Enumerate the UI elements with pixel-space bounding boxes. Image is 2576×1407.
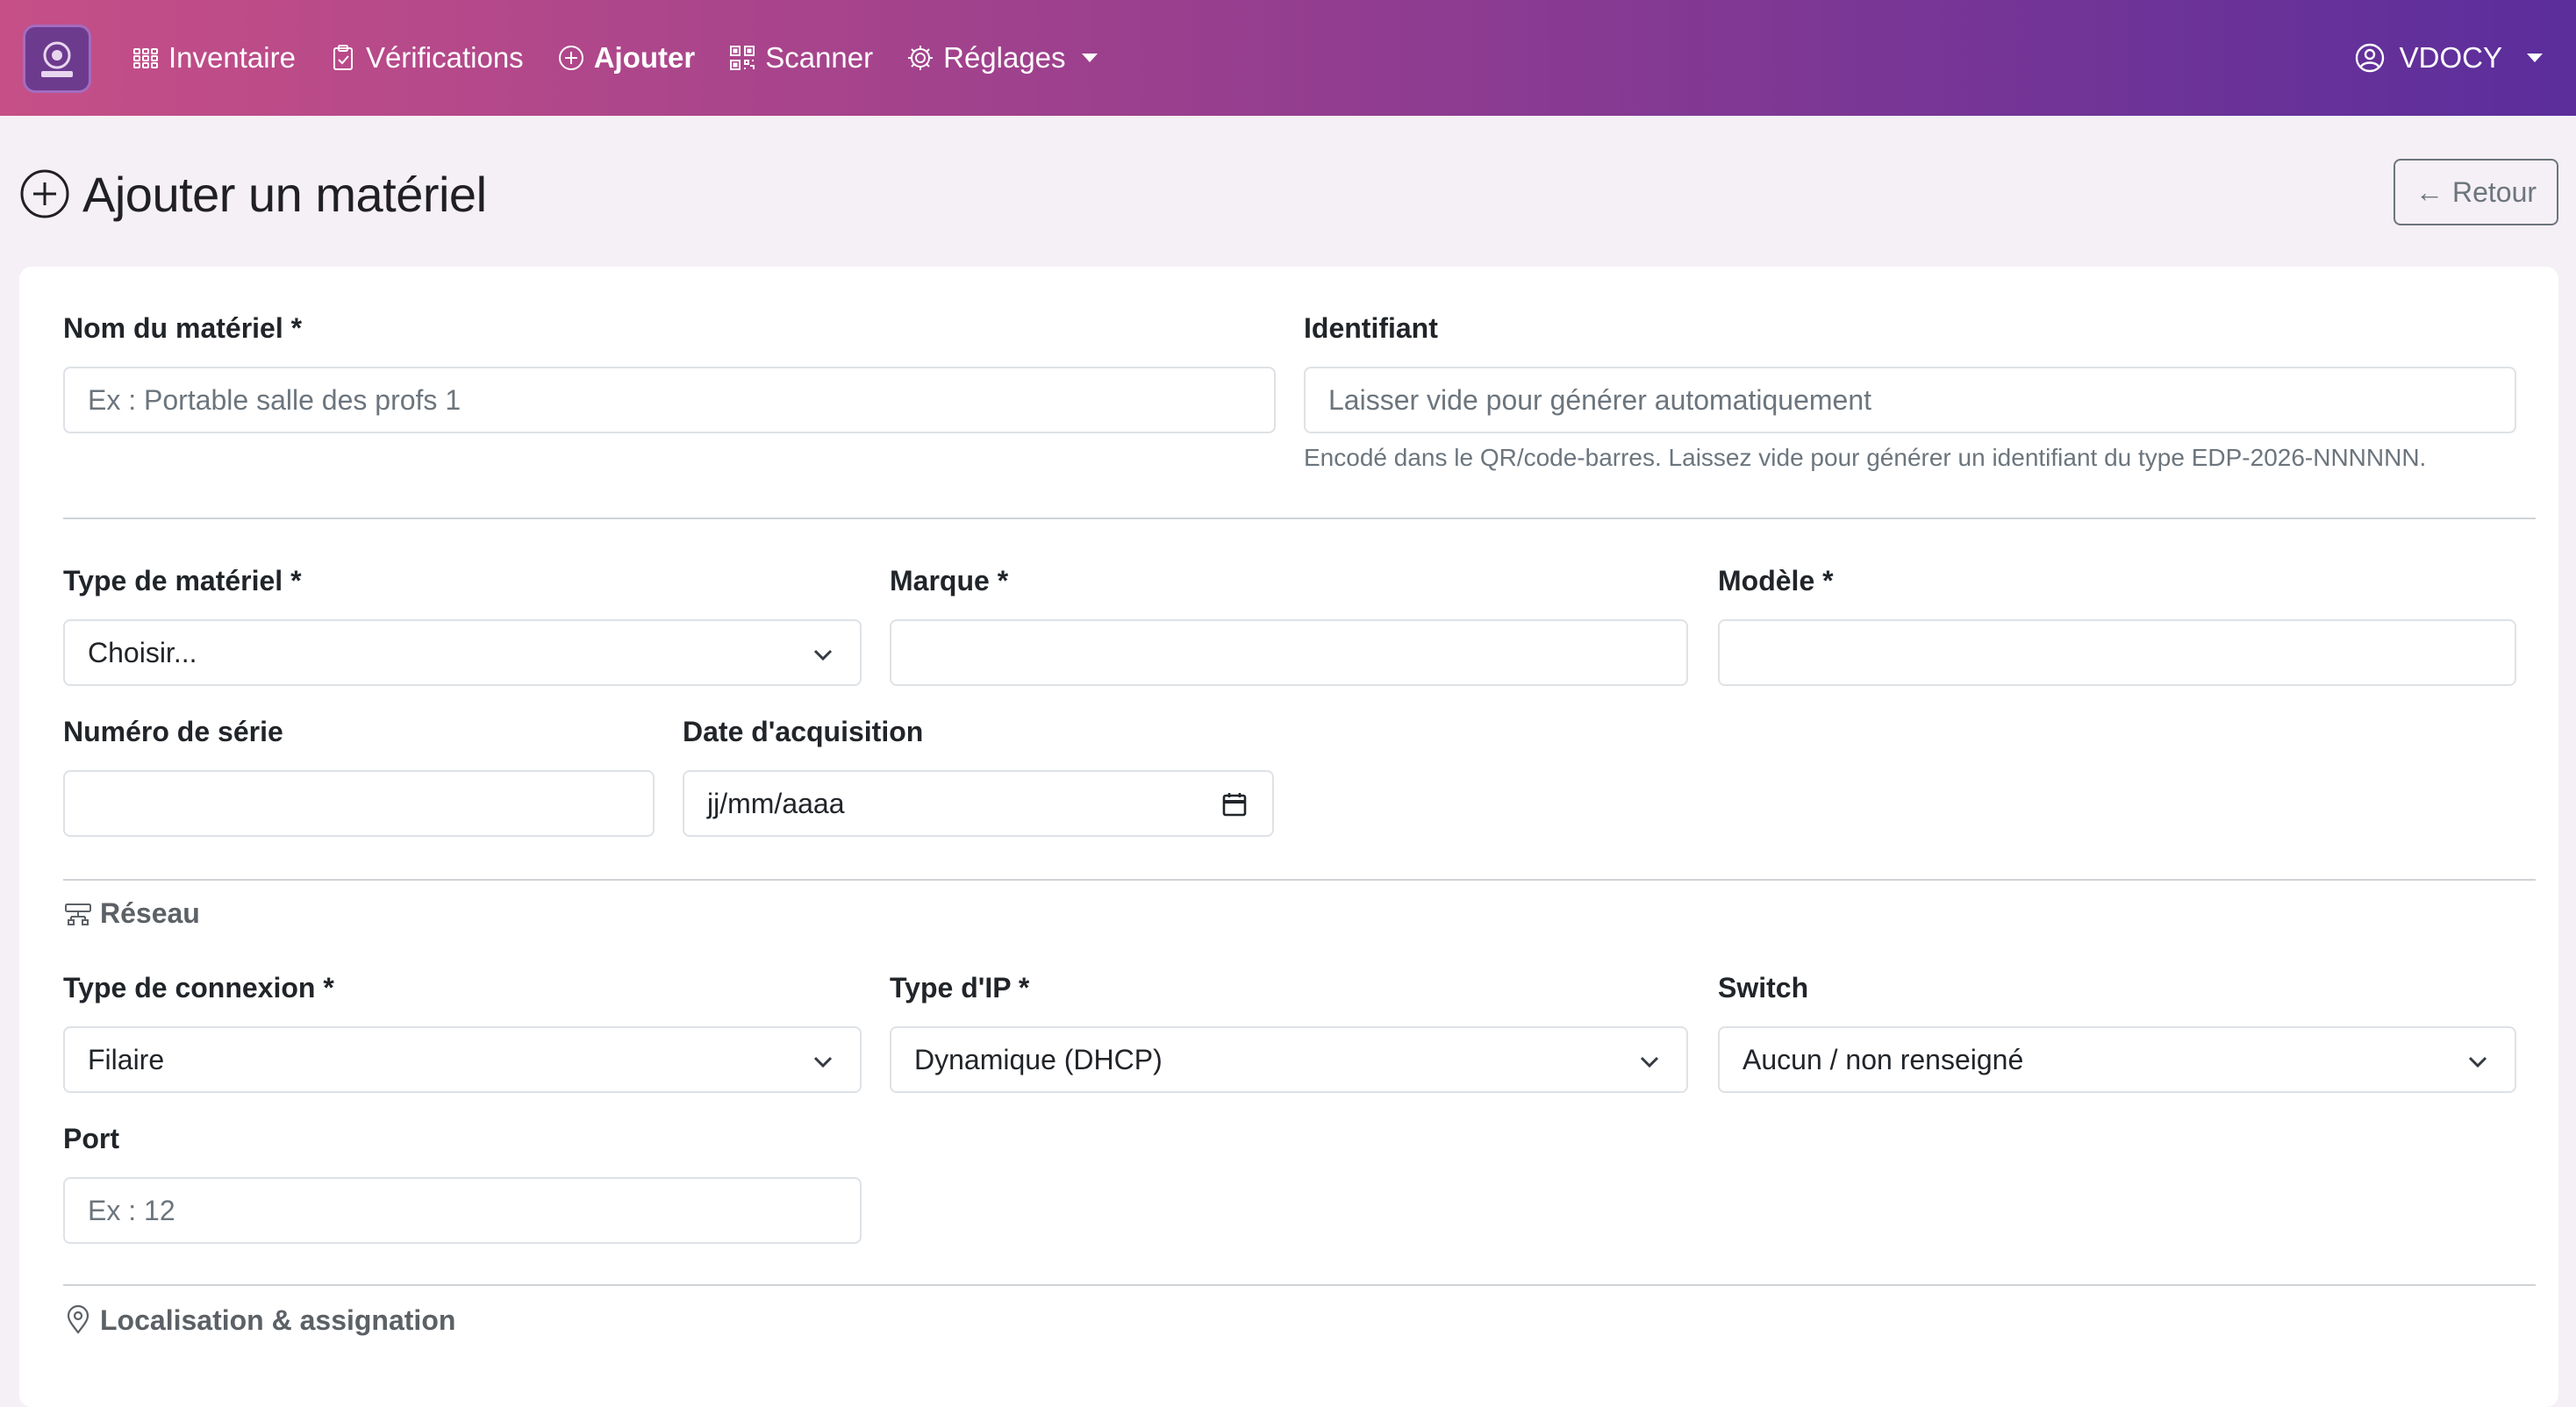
page-header: Ajouter un matériel: [19, 163, 487, 225]
nav-inventaire[interactable]: Inventaire: [132, 41, 296, 75]
clipboard-check-icon: [333, 45, 353, 70]
switch-select[interactable]: Aucun / non renseigné: [1718, 1026, 2516, 1093]
divider: [63, 1284, 2536, 1286]
chevron-down-icon: [1640, 1056, 1659, 1068]
gear-icon: [908, 46, 934, 70]
connection-type-label: Type de connexion *: [63, 972, 334, 1003]
nav-verifications[interactable]: Vérifications: [329, 41, 524, 75]
port-input[interactable]: Ex : 12: [63, 1177, 862, 1244]
identifier-placeholder: Laisser vide pour générer automatiquemen…: [1328, 383, 1872, 416]
plus-circle-icon: [20, 169, 69, 218]
back-button-label: Retour: [2451, 175, 2537, 208]
nav-scanner[interactable]: Scanner: [728, 41, 873, 75]
chevron-down-icon: [2468, 1056, 2487, 1068]
chevron-down-icon: [813, 1056, 833, 1068]
chevron-down-icon: [813, 649, 833, 661]
acquisition-date-value: jj/mm/aaaa: [707, 787, 845, 819]
form-card: Nom du matériel * Ex : Portable salle de…: [19, 267, 2558, 1407]
name-placeholder: Ex : Portable salle des profs 1: [88, 383, 462, 416]
grid-icon: [133, 48, 158, 68]
ip-type-label: Type d'IP *: [890, 972, 1030, 1003]
name-input[interactable]: Ex : Portable salle des profs 1: [63, 367, 1276, 433]
app-logo-icon: [41, 41, 73, 77]
connection-type-value: Filaire: [88, 1043, 165, 1075]
back-button[interactable]: ← Retour: [2394, 159, 2558, 225]
nav-reglages-dropdown[interactable]: Réglages: [906, 41, 1098, 75]
switch-value: Aucun / non renseigné: [1742, 1043, 2024, 1075]
identifier-input[interactable]: Laisser vide pour générer automatiquemen…: [1304, 367, 2516, 433]
identifier-help-text: Encodé dans le QR/code-barres. Laissez v…: [1304, 444, 2427, 471]
type-select-value: Choisir...: [88, 636, 197, 668]
model-input[interactable]: [1718, 619, 2516, 686]
chevron-down-icon: [1081, 54, 1098, 62]
acquisition-date-label: Date d'acquisition: [683, 716, 924, 747]
user-menu[interactable]: VDOCY: [2354, 0, 2543, 116]
nav-label-reglages: Réglages: [943, 41, 1066, 74]
calendar-icon[interactable]: [1221, 791, 1248, 818]
arrow-left-icon: ←: [2415, 175, 2444, 208]
nav-label-ajouter: Ajouter: [593, 41, 696, 74]
port-label: Port: [63, 1123, 119, 1154]
name-label: Nom du matériel *: [63, 312, 303, 344]
chevron-down-icon: [2527, 54, 2543, 62]
divider: [63, 518, 2536, 519]
switch-label: Switch: [1718, 972, 1809, 1003]
identifier-label: Identifiant: [1304, 312, 1438, 344]
type-select[interactable]: Choisir...: [63, 619, 862, 686]
serial-label: Numéro de série: [63, 716, 283, 747]
nav-label-inventaire: Inventaire: [168, 41, 296, 74]
brand-label: Marque *: [890, 565, 1009, 596]
model-label: Modèle *: [1718, 565, 1834, 596]
user-circle-icon: [2355, 43, 2384, 73]
acquisition-date-input[interactable]: jj/mm/aaaa: [683, 770, 1274, 837]
app-logo[interactable]: [23, 25, 91, 93]
location-section-title: Localisation & assignation: [100, 1303, 456, 1336]
ethernet-icon: [65, 903, 91, 925]
user-name: VDOCY: [2399, 41, 2502, 74]
nav-ajouter[interactable]: Ajouter: [557, 41, 696, 75]
map-pin-icon: [67, 1305, 89, 1334]
ip-type-value: Dynamique (DHCP): [914, 1043, 1163, 1075]
network-section-title: Réseau: [100, 896, 200, 929]
serial-input[interactable]: [63, 770, 655, 837]
port-placeholder: Ex : 12: [88, 1194, 175, 1226]
plus-circle-icon: [558, 46, 583, 70]
qr-code-icon: [730, 46, 755, 70]
brand-input[interactable]: [890, 619, 1688, 686]
divider: [63, 879, 2536, 881]
connection-type-select[interactable]: Filaire: [63, 1026, 862, 1093]
nav-label-scanner: Scanner: [765, 41, 874, 74]
top-navbar: Inventaire Vérifications Ajouter Scanner: [0, 0, 2576, 116]
location-section-heading: Localisation & assignation: [63, 1298, 455, 1342]
network-section-heading: Réseau: [63, 891, 200, 935]
type-label: Type de matériel *: [63, 565, 302, 596]
nav-label-verifications: Vérifications: [365, 41, 524, 74]
page-title: Ajouter un matériel: [82, 166, 487, 222]
ip-type-select[interactable]: Dynamique (DHCP): [890, 1026, 1688, 1093]
